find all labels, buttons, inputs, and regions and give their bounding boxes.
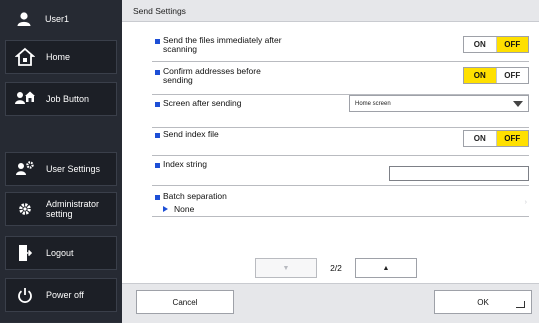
power-icon	[12, 287, 38, 303]
index-string-label: Index string	[163, 159, 207, 169]
screen-after-sending-value: Home screen	[355, 100, 391, 107]
setting-row-confirm-addresses: Confirm addresses before sending ON OFF	[152, 67, 529, 95]
batch-separation-label: Batch separation	[163, 191, 227, 201]
bullet-icon	[155, 133, 160, 138]
send-immediately-on[interactable]: ON	[464, 37, 496, 52]
page-title: Send Settings	[122, 0, 539, 22]
user-name: User1	[45, 14, 70, 24]
logout-label: Logout	[46, 248, 74, 258]
logout-button[interactable]: Logout	[5, 236, 117, 270]
user-settings-label: User Settings	[46, 164, 101, 174]
user-settings-button[interactable]: User Settings	[5, 152, 117, 186]
logout-icon	[12, 244, 38, 262]
index-string-input[interactable]	[389, 166, 529, 181]
setting-row-send-immediately: Send the files immediately after scannin…	[152, 36, 529, 62]
triangle-right-icon	[163, 206, 168, 212]
administrator-setting-button[interactable]: Administrator setting	[5, 192, 117, 226]
user-indicator: User1	[5, 4, 117, 34]
send-index-file-toggle: ON OFF	[463, 130, 529, 147]
home-button[interactable]: Home	[5, 40, 117, 74]
screen-after-sending-select[interactable]: Home screen	[349, 95, 529, 112]
send-immediately-off[interactable]: OFF	[495, 37, 528, 52]
page-up-button[interactable]: ▲	[355, 258, 417, 278]
bullet-icon	[155, 102, 160, 107]
sidebar: User1 Home Job Button User Settings Admi…	[0, 0, 122, 322]
setting-row-index-string: Index string	[152, 160, 529, 186]
user-icon	[11, 11, 37, 27]
chevron-down-icon	[513, 101, 523, 107]
send-index-file-label: Send index file	[163, 129, 219, 139]
confirm-addresses-off[interactable]: OFF	[495, 68, 529, 83]
bullet-icon	[155, 39, 160, 44]
home-icon	[12, 47, 38, 67]
bullet-icon	[155, 70, 160, 75]
pager: ▼ 2/2 ▲	[255, 258, 417, 278]
confirm-addresses-on[interactable]: ON	[464, 68, 496, 83]
batch-separation-value-text: None	[174, 204, 195, 214]
bullet-icon	[155, 163, 160, 168]
enter-icon	[516, 301, 525, 308]
admin-gear-icon	[12, 201, 38, 217]
power-off-label: Power off	[46, 290, 84, 300]
chevron-right-icon: ›	[524, 199, 527, 206]
job-button-button[interactable]: Job Button	[5, 82, 117, 116]
footer: Cancel OK	[122, 283, 539, 323]
setting-row-send-index-file: Send index file ON OFF	[152, 130, 529, 156]
bullet-icon	[155, 195, 160, 200]
ok-button[interactable]: OK	[434, 290, 532, 314]
setting-row-screen-after-sending: Screen after sending Home screen	[152, 95, 529, 128]
ok-label: OK	[477, 297, 489, 307]
administrator-setting-label: Administrator setting	[46, 199, 100, 219]
batch-separation-value: None	[163, 204, 194, 214]
send-index-file-off[interactable]: OFF	[495, 131, 528, 146]
cancel-button[interactable]: Cancel	[136, 290, 234, 314]
job-button-label: Job Button	[46, 94, 90, 104]
home-label: Home	[46, 52, 71, 62]
send-index-file-on[interactable]: ON	[464, 131, 496, 146]
page-down-button[interactable]: ▼	[255, 258, 317, 278]
setting-row-batch-separation[interactable]: Batch separation None ›	[152, 192, 529, 217]
confirm-addresses-toggle: ON OFF	[463, 67, 529, 84]
job-button-icon	[12, 90, 38, 108]
screen-after-sending-label: Screen after sending	[163, 98, 242, 108]
page-number: 2/2	[330, 263, 342, 273]
main-panel: Send Settings Send the files immediately…	[122, 0, 539, 323]
send-immediately-label: Send the files immediately after scannin…	[163, 35, 282, 54]
user-settings-icon	[12, 160, 38, 178]
send-immediately-toggle: ON OFF	[463, 36, 529, 53]
confirm-addresses-label: Confirm addresses before sending	[163, 66, 261, 85]
power-off-button[interactable]: Power off	[5, 278, 117, 312]
